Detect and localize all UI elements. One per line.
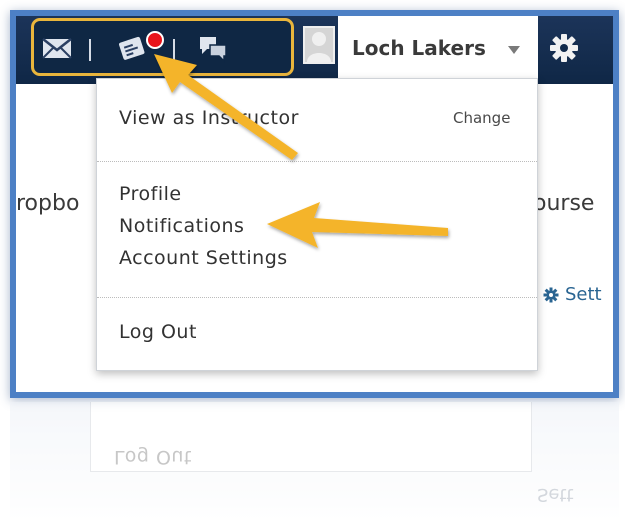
- settings-link-label: Sett: [565, 284, 602, 305]
- icon-separator: [89, 39, 91, 61]
- change-role-link[interactable]: Change: [453, 109, 510, 127]
- user-dropdown-menu: View as Instructor Change Profile Notifi…: [96, 78, 538, 371]
- chevron-down-icon: [508, 46, 520, 54]
- notification-badge: [146, 31, 164, 49]
- avatar[interactable]: [303, 26, 335, 64]
- menu-item-log-out[interactable]: Log Out: [119, 321, 197, 343]
- menu-item-view-as-instructor[interactable]: View as Instructor: [119, 107, 299, 129]
- menu-divider: [97, 297, 537, 298]
- reflected-logout-text: Log Out: [114, 446, 192, 468]
- mail-icon[interactable]: [40, 33, 74, 63]
- subscriptions-icon[interactable]: [196, 33, 230, 63]
- gear-icon: [543, 287, 559, 303]
- menu-item-account-settings[interactable]: Account Settings: [119, 247, 288, 269]
- screenshot-stage: Loch Lakers ropbo ourse Sett View as Ins…: [0, 0, 625, 522]
- menu-divider: [97, 161, 537, 162]
- page-heading-fragment: ourse: [533, 191, 595, 216]
- icon-separator: [173, 39, 175, 61]
- screenshot-reflection: Log Out Sett: [10, 402, 619, 522]
- gear-icon[interactable]: [546, 30, 582, 66]
- menu-item-profile[interactable]: Profile: [119, 183, 182, 205]
- user-menu-button[interactable]: Loch Lakers: [338, 16, 538, 84]
- page-heading-fragment: ropbo: [16, 191, 80, 216]
- username-label: Loch Lakers: [352, 36, 486, 60]
- menu-item-notifications[interactable]: Notifications: [119, 215, 244, 237]
- minibar: Loch Lakers: [16, 16, 613, 84]
- updates-icon[interactable]: [116, 33, 150, 63]
- settings-link[interactable]: Sett: [543, 284, 602, 305]
- reflected-settings-text: Sett: [537, 484, 574, 505]
- alerts-icon-group: [31, 18, 294, 76]
- app-window: Loch Lakers ropbo ourse Sett View as Ins…: [10, 10, 619, 398]
